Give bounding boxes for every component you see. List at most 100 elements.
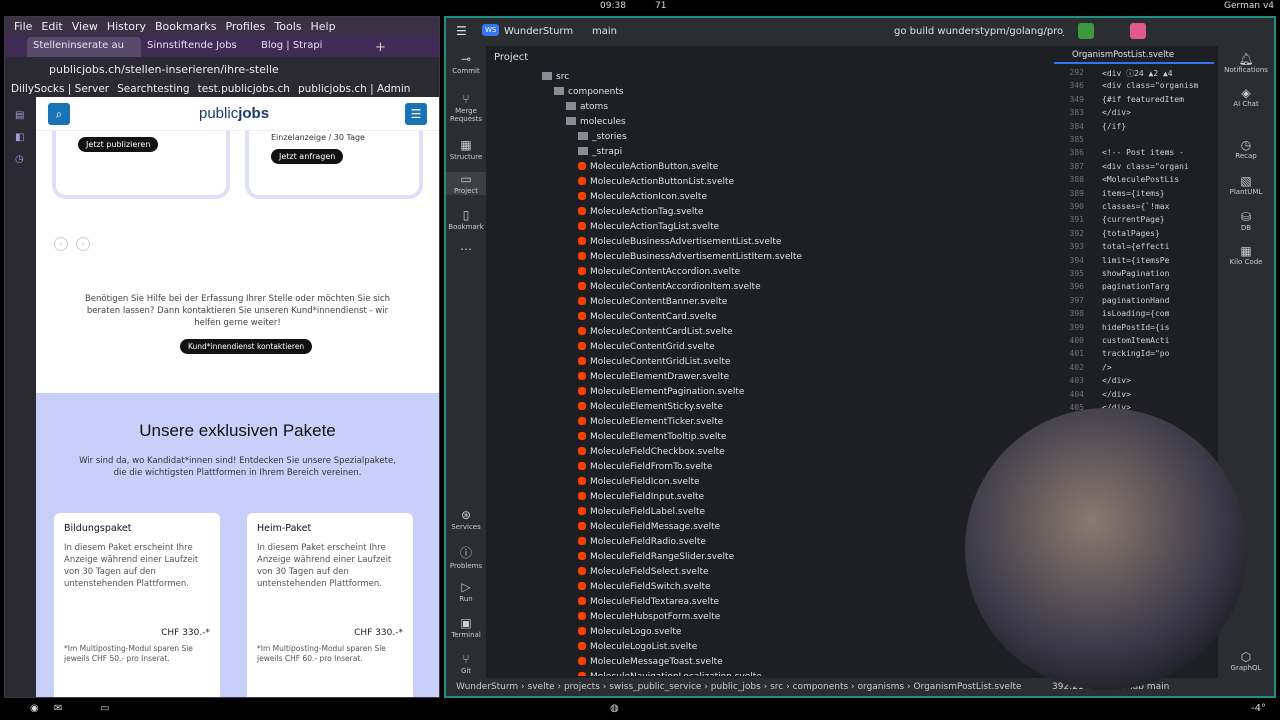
tree-file[interactable]: MoleculeBusinessAdvertisementList.svelte — [578, 235, 781, 250]
tree-file[interactable]: MoleculeFieldCheckbox.svelte — [578, 445, 725, 460]
tool-notifications[interactable]: 🔔︎ Notifications — [1218, 52, 1274, 74]
tool-plantuml[interactable]: ▧ PlantUML — [1218, 174, 1274, 196]
menu-file[interactable]: File — [14, 20, 32, 33]
tool-commit[interactable]: ⊸ Commit — [446, 52, 486, 75]
tab-blog-strapi[interactable]: Blog | Strapi — [255, 37, 369, 57]
tree-file[interactable]: MoleculeFieldRadio.svelte — [578, 535, 706, 550]
tree-folder[interactable]: components — [554, 85, 624, 100]
tool-project[interactable]: ▭ Project — [446, 172, 486, 195]
bookmark-item[interactable]: publicjobs.ch | Admin — [298, 83, 411, 95]
tree-file[interactable]: MoleculeMessageToast.svelte — [578, 655, 723, 670]
tree-file[interactable]: MoleculeFieldLabel.svelte — [578, 505, 705, 520]
code-line[interactable]: hidePostId={is — [1102, 323, 1212, 332]
tool-kilo-code[interactable]: ▦ Kilo Code — [1218, 244, 1274, 266]
tree-file[interactable]: MoleculeFieldMessage.svelte — [578, 520, 720, 535]
package-card-bildung[interactable]: Bildungspaket In diesem Paket erscheint … — [54, 513, 220, 697]
code-line[interactable]: classes={`!max — [1102, 202, 1212, 211]
code-line[interactable]: </div> — [1102, 390, 1212, 399]
tree-folder[interactable]: _stories — [578, 130, 627, 145]
sidebar-icons[interactable]: ▤ ◧ ◷ — [5, 97, 35, 171]
carousel-prev-icon[interactable]: ‹ — [54, 237, 68, 251]
panel-title[interactable]: Project — [494, 52, 528, 63]
new-tab-icon[interactable]: + — [369, 40, 386, 57]
menu-help[interactable]: Help — [311, 20, 336, 33]
tree-folder[interactable]: atoms — [566, 100, 608, 115]
tool-terminal[interactable]: ▣ Terminal — [446, 616, 486, 639]
tree-file[interactable]: MoleculeElementDrawer.svelte — [578, 370, 729, 385]
breadcrumb-item[interactable]: src › — [770, 682, 792, 692]
tool-git[interactable]: ⑂ Git — [446, 652, 486, 675]
bookmark-item[interactable]: Searchtesting — [117, 83, 189, 95]
tree-file[interactable]: MoleculeBusinessAdvertisementListItem.sv… — [578, 250, 802, 265]
code-line[interactable]: showPagination — [1102, 269, 1212, 278]
tab-sinnstiftende[interactable]: Sinnstiftende Jobs — [141, 37, 255, 57]
tool-merge-requests[interactable]: ⑂ Merge Requests — [446, 92, 486, 123]
tree-file[interactable]: MoleculeContentAccordionItem.svelte — [578, 280, 761, 295]
tool-db[interactable]: ⛁ DB — [1218, 210, 1274, 232]
bookmark-item[interactable]: DillySocks | Server — [11, 83, 109, 95]
tree-file[interactable]: MoleculeElementSticky.svelte — [578, 400, 723, 415]
code-line[interactable]: customItemActi — [1102, 336, 1212, 345]
menu-profiles[interactable]: Profiles — [225, 20, 265, 33]
tree-file[interactable]: MoleculeActionButton.svelte — [578, 160, 718, 175]
branch-name[interactable]: main — [592, 26, 617, 37]
tool-bookmark[interactable]: ▯ Bookmark — [446, 208, 486, 231]
code-line[interactable]: isLoading={com — [1102, 309, 1212, 318]
project-name[interactable]: WunderSturm — [504, 26, 573, 37]
tool-graphql[interactable]: ⬡ GraphQL — [1218, 650, 1274, 672]
tree-file[interactable]: MoleculeContentAccordion.svelte — [578, 265, 740, 280]
code-line[interactable]: paginationHand — [1102, 296, 1212, 305]
tree-folder[interactable]: src — [542, 70, 569, 85]
mail-icon[interactable]: ✉ — [54, 703, 62, 714]
tree-folder[interactable]: _strapi — [578, 145, 622, 160]
contact-button[interactable]: Kund*innendienst kontaktieren — [180, 339, 313, 354]
tree-file[interactable]: MoleculeElementPagination.svelte — [578, 385, 744, 400]
code-line[interactable]: {totalPages} — [1102, 229, 1212, 238]
code-line[interactable]: <div class="organi — [1102, 162, 1212, 171]
code-line[interactable]: items={items} — [1102, 189, 1212, 198]
browser-icon[interactable]: ◍ — [610, 703, 619, 714]
hamburger-icon[interactable]: ☰ — [456, 24, 467, 38]
code-line[interactable]: <!-- Post items - — [1102, 148, 1212, 157]
keyboard-layout[interactable]: German v4 — [1224, 1, 1274, 11]
tool-recap[interactable]: ◷ Recap — [1218, 138, 1274, 160]
menu-history[interactable]: History — [107, 20, 146, 33]
code-line[interactable]: {/if} — [1102, 122, 1212, 131]
tree-file[interactable]: MoleculeContentCardList.svelte — [578, 325, 733, 340]
tree-file[interactable]: MoleculeActionButtonList.svelte — [578, 175, 734, 190]
menu-edit[interactable]: Edit — [41, 20, 62, 33]
menu-view[interactable]: View — [72, 20, 98, 33]
breadcrumb-item[interactable]: swiss_public_service › — [609, 682, 711, 692]
code-line[interactable]: total={effecti — [1102, 242, 1212, 251]
tree-file[interactable]: MoleculeHubspotForm.svelte — [578, 610, 720, 625]
code-line[interactable]: </div> — [1102, 376, 1212, 385]
breadcrumb-item[interactable]: organisms › — [858, 682, 914, 692]
more-tools-icon[interactable]: ⋯ — [446, 242, 486, 257]
menu-icon[interactable]: ☰ — [405, 103, 427, 125]
url-bar[interactable]: publicjobs.ch/stellen-inserieren/ihre-st… — [5, 57, 439, 81]
tool-run[interactable]: ▷ Run — [446, 580, 486, 603]
tree-file[interactable]: MoleculeElementTooltip.svelte — [578, 430, 726, 445]
tab-stelleninserate[interactable]: Stelleninserate au — [27, 37, 141, 57]
tree-folder[interactable]: molecules — [566, 115, 626, 130]
status-item[interactable]: main — [1147, 682, 1170, 692]
tree-file[interactable]: MoleculeActionTagList.svelte — [578, 220, 719, 235]
search-icon[interactable]: ⌕ — [48, 103, 70, 125]
code-line[interactable]: paginationTarg — [1102, 282, 1212, 291]
bookmark-item[interactable]: test.publicjobs.ch — [198, 83, 290, 95]
tree-file[interactable]: MoleculeLogo.svelte — [578, 625, 681, 640]
tree-file[interactable]: MoleculeLogoList.svelte — [578, 640, 697, 655]
breadcrumb-item[interactable]: WunderSturm › — [456, 682, 528, 692]
breadcrumb-item[interactable]: OrganismPostList.svelte — [913, 682, 1021, 692]
tree-file[interactable]: MoleculeContentCard.svelte — [578, 310, 717, 325]
tree-file[interactable]: MoleculeNavigationLocalization.svelte — [578, 670, 762, 676]
tree-file[interactable]: MoleculeContentGridList.svelte — [578, 355, 730, 370]
url-text[interactable]: publicjobs.ch/stellen-inserieren/ihre-st… — [49, 63, 279, 76]
run-icon[interactable] — [1078, 23, 1094, 39]
code-line[interactable]: {currentPage} — [1102, 215, 1212, 224]
tree-file[interactable]: MoleculeFieldSwitch.svelte — [578, 580, 711, 595]
tree-file[interactable]: MoleculeActionIcon.svelte — [578, 190, 707, 205]
editor-tab[interactable]: OrganismPostList.svelte — [1054, 46, 1214, 64]
files-icon[interactable]: ▭ — [100, 703, 109, 714]
request-button[interactable]: Jetzt anfragen — [271, 149, 344, 164]
